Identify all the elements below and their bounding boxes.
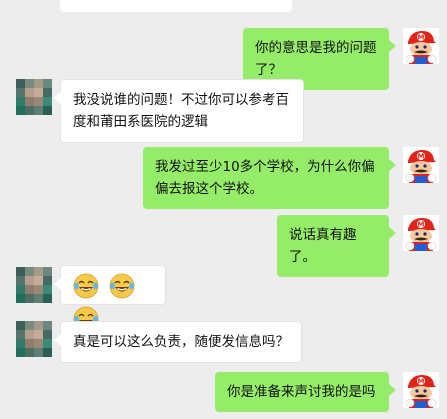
mario-icon: [403, 215, 439, 251]
message-text: 真是可以这么负责，随便发信息吗？: [73, 334, 289, 350]
laughing-crying-emoji-icon: [109, 273, 135, 299]
message-bubble-received[interactable]: 真是可以这么负责，随便发信息吗？: [54, 321, 302, 363]
message-bubble-sent[interactable]: 你是准备来声讨我的是吗: [215, 372, 396, 412]
pixelated-avatar[interactable]: [16, 267, 52, 303]
mario-avatar[interactable]: [403, 28, 439, 64]
message-text-line: 我没说谁的问题！不过你可以参考百: [73, 92, 289, 108]
pixelated-avatar-icon: [16, 321, 52, 357]
mario-icon: [403, 372, 439, 408]
pixelated-avatar[interactable]: [16, 321, 52, 357]
previous-message-bubble-edge: [60, 0, 292, 12]
mario-avatar[interactable]: [403, 147, 439, 183]
mario-avatar[interactable]: [403, 372, 439, 408]
message-text: 说话真有趣了。: [289, 227, 357, 265]
message-text-line: 我发过至少10多个学校，为什么你偏: [155, 159, 375, 175]
mario-avatar[interactable]: [403, 215, 439, 251]
message-bubble-sent[interactable]: 说话真有趣了。: [277, 215, 396, 277]
message-text-line: 偏去报这个学校。: [155, 181, 263, 197]
pixelated-avatar-icon: [16, 267, 52, 303]
message-bubble-received[interactable]: [54, 265, 166, 332]
laughing-crying-emoji-icon: [73, 273, 99, 299]
message-text: 你的意思是我的问题了？: [255, 40, 377, 78]
message-text: 你是准备来声讨我的是吗: [227, 384, 376, 400]
mario-icon: [403, 28, 439, 64]
pixelated-avatar-icon: [16, 79, 52, 115]
message-text-line: 度和莆田系医院的逻辑: [73, 114, 208, 130]
message-bubble-received[interactable]: 我没说谁的问题！不过你可以参考百 度和莆田系医院的逻辑: [54, 79, 304, 143]
mario-icon: [403, 147, 439, 183]
message-bubble-sent[interactable]: 我发过至少10多个学校，为什么你偏 偏去报这个学校。: [143, 147, 396, 209]
pixelated-avatar[interactable]: [16, 79, 52, 115]
